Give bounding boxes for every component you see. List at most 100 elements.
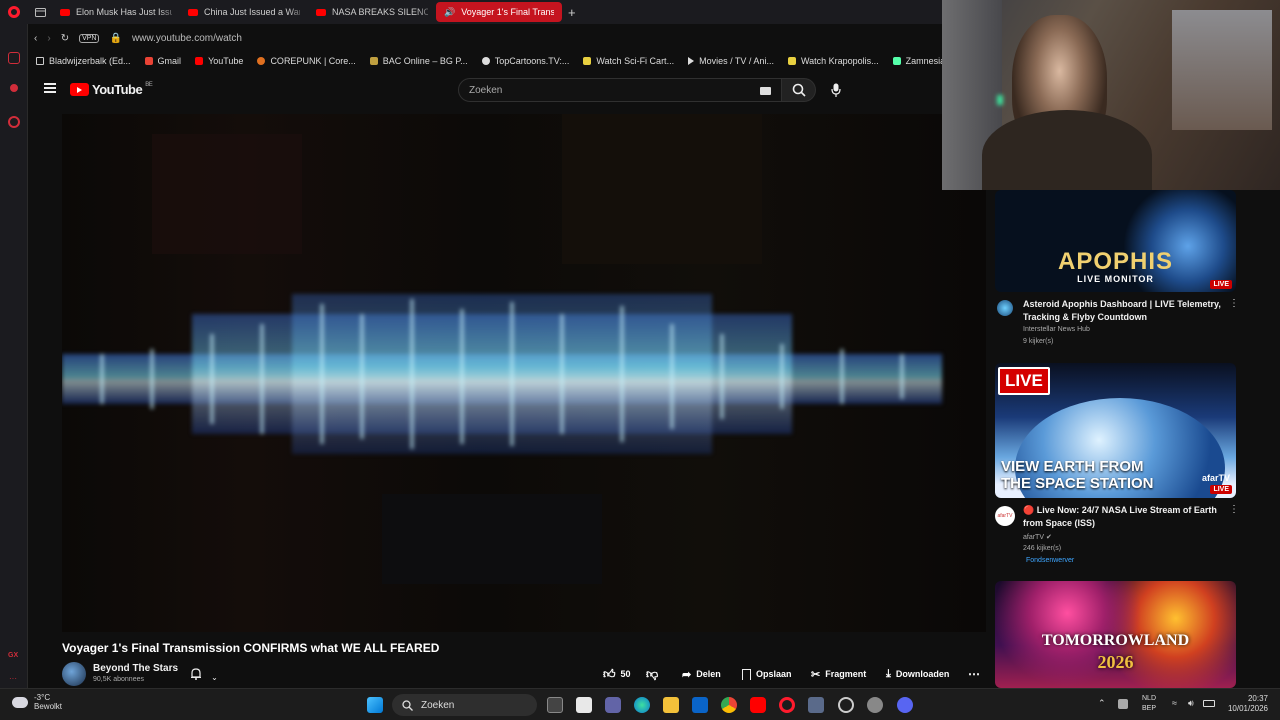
windows-start-icon[interactable] xyxy=(367,697,383,713)
tab-elon-musk[interactable]: Elon Musk Has Just Issued xyxy=(52,2,180,22)
recommendation-title[interactable]: 🔴 Live Now: 24/7 NASA Live Stream of Ear… xyxy=(1023,504,1223,530)
bookmark-folder[interactable]: Bladwijzerbalk (Ed... xyxy=(36,56,131,66)
menu-icon[interactable] xyxy=(44,83,56,93)
recommendation-thumbnail-apophis[interactable]: APOPHIS LIVE MONITOR LIVE xyxy=(995,190,1236,292)
wifi-icon[interactable]: ≈ xyxy=(1172,698,1177,708)
notification-bell-button[interactable]: ⌄ xyxy=(190,668,218,683)
recommendation-title[interactable]: Asteroid Apophis Dashboard | LIVE Teleme… xyxy=(1023,298,1223,324)
weather-temperature: -3°C xyxy=(34,693,51,702)
more-icon[interactable]: ··· xyxy=(9,674,17,683)
thumbnail-subtitle: LIVE MONITOR xyxy=(1077,274,1154,284)
edge-icon[interactable] xyxy=(634,697,650,713)
bookmark-gmail[interactable]: Gmail xyxy=(144,56,181,66)
url-field[interactable]: www.youtube.com/watch xyxy=(132,33,242,44)
opera-gx-icon[interactable] xyxy=(779,697,795,713)
vpn-badge[interactable]: VPN xyxy=(79,33,100,43)
search-button[interactable] xyxy=(782,78,816,102)
lock-icon: 🔒 xyxy=(109,32,122,44)
windows-taskbar: -3°C Bewolkt Zoeken ⌃ NLD BEP ≈ 🔊︎ 20:37… xyxy=(0,688,1280,720)
scissors-icon: ✂ xyxy=(811,668,821,681)
volume-icon[interactable]: 🔊︎ xyxy=(1188,698,1194,709)
channel-avatar-apophis[interactable] xyxy=(997,300,1013,316)
channel-avatar-afartv[interactable]: afarTV xyxy=(995,506,1015,526)
calculator-icon[interactable] xyxy=(808,697,824,713)
clip-label: Fragment xyxy=(825,669,867,679)
opera-logo-icon[interactable] xyxy=(0,0,28,24)
tray-chevron-up-icon[interactable]: ⌃ xyxy=(1098,698,1106,709)
save-label: Opslaan xyxy=(756,669,792,679)
save-button[interactable]: Opslaan xyxy=(742,664,792,684)
more-vertical-icon[interactable]: ⋮ xyxy=(1229,298,1239,309)
discord-icon[interactable] xyxy=(897,697,913,713)
battery-icon[interactable] xyxy=(1203,700,1215,707)
verified-icon: ✔ xyxy=(1045,534,1052,541)
bookmark-zamnesia[interactable]: Zamnesia | Het Be xyxy=(892,56,942,66)
language-indicator[interactable]: NLD BEP xyxy=(1142,694,1156,714)
bookmark-movies[interactable]: Movies / TV / Ani... xyxy=(688,56,774,66)
video-player[interactable] xyxy=(62,114,986,632)
webcam-light xyxy=(997,95,1003,105)
audio-waveform-visual xyxy=(62,294,942,454)
chevron-down-icon: ⌄ xyxy=(211,673,218,682)
chrome-icon[interactable] xyxy=(721,697,737,713)
youtube-logo-text: YouTube xyxy=(92,82,143,97)
recommendation-thumbnail-tomorrowland[interactable]: TOMORROWLAND 2026 xyxy=(995,581,1236,688)
more-horizontal-icon: ⋯ xyxy=(968,667,980,681)
channel-avatar[interactable] xyxy=(62,662,86,686)
speaker-icon[interactable]: 🔊 xyxy=(444,7,455,18)
voice-search-button[interactable] xyxy=(824,78,848,102)
gx-label[interactable]: GX xyxy=(8,652,18,659)
recommendation-channel[interactable]: Interstellar News Hub xyxy=(1023,326,1090,333)
store-icon[interactable] xyxy=(576,697,592,713)
more-vertical-icon[interactable]: ⋮ xyxy=(1229,504,1239,515)
tab-workspace-icon[interactable] xyxy=(28,2,52,22)
bookmark-scifi[interactable]: Watch Sci-Fi Cart... xyxy=(583,56,674,66)
tab-label: Voyager 1's Final Trans xyxy=(461,7,554,17)
settings-gear-icon[interactable] xyxy=(867,697,883,713)
history-icon[interactable] xyxy=(8,116,20,128)
youtube-logo[interactable]: YouTube BE xyxy=(70,82,153,97)
clip-button[interactable]: ✂ Fragment xyxy=(811,664,866,684)
youtube-music-icon[interactable] xyxy=(10,84,18,92)
language-top: NLD xyxy=(1142,695,1157,702)
bookmark-krapopolis[interactable]: Watch Krapopolis... xyxy=(787,56,879,66)
reload-icon[interactable]: ↻ xyxy=(61,33,69,44)
dislike-button[interactable]: 👎︎ xyxy=(646,664,658,684)
shopping-icon[interactable] xyxy=(8,52,20,64)
weather-widget[interactable]: -3°C Bewolkt xyxy=(12,693,62,711)
clock[interactable]: 20:37 10/01/2026 xyxy=(1226,694,1268,714)
bookmark-youtube[interactable]: YouTube xyxy=(195,56,243,66)
krapopolis-icon xyxy=(787,57,796,65)
back-icon[interactable]: ‹ xyxy=(34,33,37,44)
taskbar-search-input[interactable]: Zoeken xyxy=(392,694,537,716)
share-button[interactable]: ➦ Delen xyxy=(682,664,721,684)
bookmark-label: COREPUNK | Core... xyxy=(270,56,356,66)
outlook-icon[interactable] xyxy=(692,697,708,713)
recommendation-channel[interactable]: afarTV ✔ xyxy=(1023,533,1052,541)
bookmark-corepunk[interactable]: COREPUNK | Core... xyxy=(257,56,356,66)
teams-icon[interactable] xyxy=(605,697,621,713)
tab-voyager-active[interactable]: 🔊 Voyager 1's Final Trans xyxy=(436,2,562,22)
tab-nasa-silence[interactable]: NASA BREAKS SILENCE o xyxy=(308,2,436,22)
video-noise-block xyxy=(382,494,602,584)
youtube-icon xyxy=(195,57,204,65)
recommendation-thumbnail-iss[interactable]: LIVE VIEW EARTH FROM THE SPACE STATION a… xyxy=(995,363,1236,498)
more-actions-button[interactable]: ⋯ xyxy=(968,664,980,684)
tab-china-warning[interactable]: China Just Issued a Warni xyxy=(180,2,308,22)
tray-app-icon[interactable] xyxy=(1118,699,1128,709)
like-button[interactable]: 👍︎ 50 xyxy=(603,664,631,684)
bookmark-topcartoons[interactable]: TopCartoons.TV:... xyxy=(481,56,569,66)
keyboard-icon[interactable] xyxy=(760,87,771,95)
download-button[interactable]: ⤓ Downloaden xyxy=(886,664,949,684)
bookmark-bac[interactable]: BAC Online – BG P... xyxy=(369,56,468,66)
bookmark-label: Watch Sci-Fi Cart... xyxy=(596,56,675,66)
thumbnail-brand: afarTV xyxy=(1201,473,1230,483)
forward-icon[interactable]: › xyxy=(47,33,50,44)
new-tab-button[interactable]: + xyxy=(568,5,576,20)
file-explorer-icon[interactable] xyxy=(663,697,679,713)
youtube-app-icon[interactable] xyxy=(750,697,766,713)
snipping-tool-icon[interactable] xyxy=(838,697,854,713)
task-view-icon[interactable] xyxy=(547,697,563,713)
search-input[interactable]: Zoeken xyxy=(458,78,782,102)
channel-name[interactable]: Beyond The Stars xyxy=(93,663,178,674)
